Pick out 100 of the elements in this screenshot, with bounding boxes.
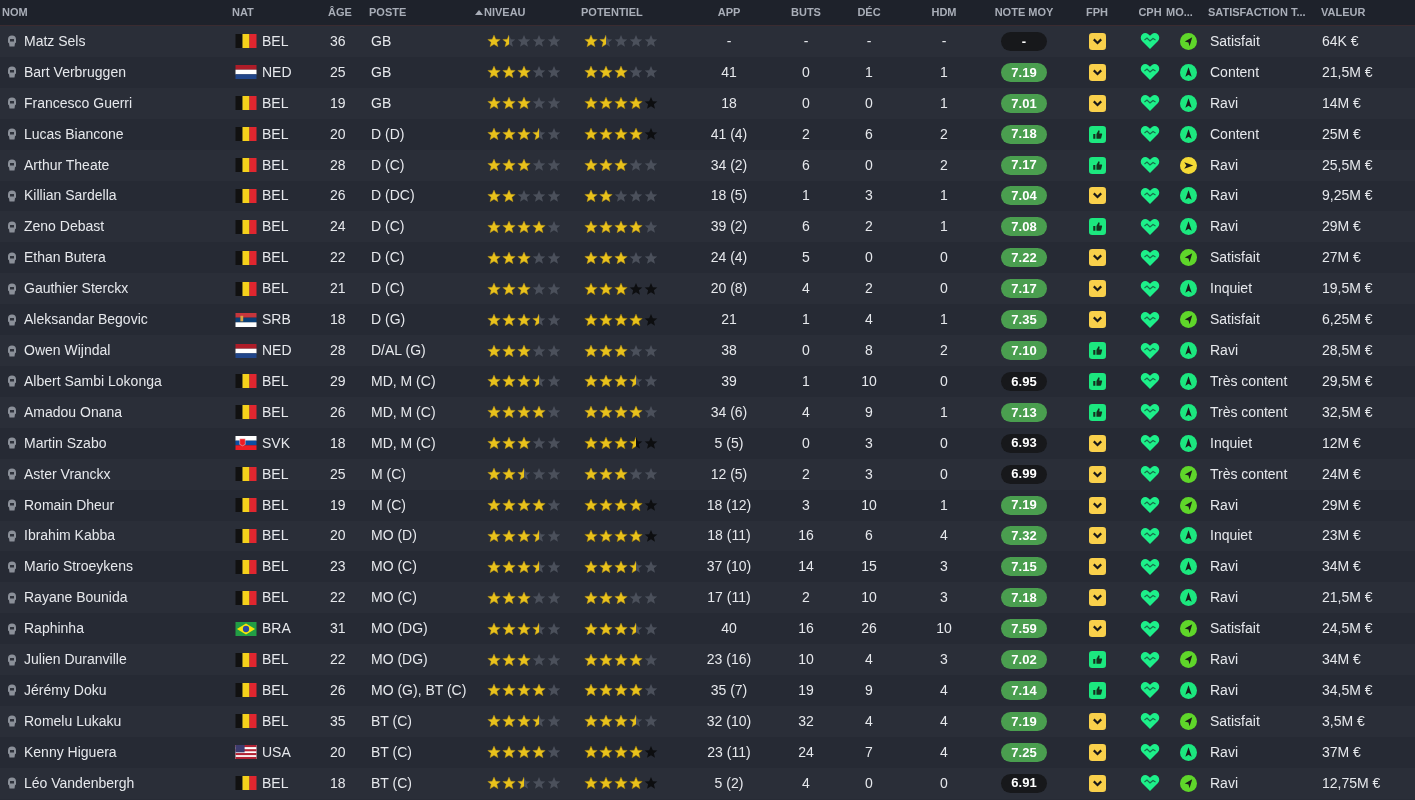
player-name[interactable]: Romelu Lukaku	[24, 710, 232, 732]
rating-badge: 6.95	[1001, 371, 1047, 391]
table-cell-text: Ravi	[1209, 773, 1239, 793]
star-icon	[614, 405, 628, 420]
table-cell-text: BEL	[262, 557, 290, 577]
player-name[interactable]: Raphinha	[24, 618, 232, 640]
table-cell-text: 29	[329, 371, 347, 391]
column-header[interactable]: BUTS	[778, 4, 834, 21]
table-cell-text: SVK	[262, 433, 291, 453]
rating-badge: 6.99	[1001, 464, 1047, 484]
person-icon	[6, 406, 18, 419]
table-cell-text: 2	[939, 155, 949, 175]
star-icon	[517, 776, 531, 791]
player-name[interactable]: Mario Stroeykens	[24, 556, 232, 578]
player-name[interactable]: Matz Sels	[24, 30, 232, 52]
star-icon	[614, 219, 628, 234]
player-name[interactable]: Ibrahim Kabba	[24, 525, 232, 547]
column-header[interactable]: APP	[680, 4, 778, 21]
star-icon	[517, 343, 531, 358]
star-icon	[487, 281, 501, 296]
player-name[interactable]: Kenny Higuera	[24, 741, 232, 763]
player-name[interactable]: Martin Szabo	[24, 432, 232, 454]
player-name[interactable]: Arthur Theate	[24, 154, 232, 176]
table-cell-text: 5	[801, 248, 811, 268]
player-name[interactable]: Ethan Butera	[24, 247, 232, 269]
player-name[interactable]: Rayane Bounida	[24, 587, 232, 609]
player-name[interactable]: Léo Vandenbergh	[24, 772, 232, 794]
player-name[interactable]: Owen Wijndal	[24, 340, 232, 361]
column-header[interactable]: NOTE MOY	[984, 4, 1064, 21]
table-cell-text: MO (G), BT (C)	[370, 681, 468, 700]
star-icon	[599, 65, 613, 80]
heart-icon	[1140, 32, 1160, 51]
star-icon	[599, 96, 613, 111]
star-icon	[532, 158, 546, 173]
column-header[interactable]: SATISFACTION T...	[1206, 4, 1318, 21]
star-icon	[629, 158, 643, 173]
player-name[interactable]: Albert Sambi Lokonga	[24, 370, 232, 392]
table-cell-text: -	[865, 31, 873, 51]
table-cell-text: 26	[329, 402, 347, 422]
player-name[interactable]: Romain Dheur	[24, 494, 232, 516]
table-cell-text: 41 (4)	[709, 124, 749, 144]
player-name[interactable]: Bart Verbruggen	[24, 61, 232, 83]
table-cell-text: MO (D)	[370, 526, 418, 546]
column-header[interactable]: POSTE	[369, 4, 475, 21]
player-name[interactable]: Zeno Debast	[24, 216, 232, 238]
player-name[interactable]: Aster Vranckx	[24, 463, 232, 485]
table-cell-text: 6	[864, 124, 874, 144]
star-icon	[599, 590, 613, 605]
table-cell-text: 31	[329, 619, 347, 639]
column-header[interactable]: POTENTIEL	[578, 4, 680, 21]
star-icon	[584, 745, 598, 760]
player-name[interactable]: Julien Duranville	[24, 649, 232, 671]
table-cell-text: D (DC)	[370, 186, 416, 206]
column-header[interactable]: NOM	[0, 4, 232, 21]
person-icon	[6, 622, 18, 635]
column-header[interactable]: DÉC	[834, 4, 904, 21]
table-cell-text: 3	[939, 650, 949, 670]
rating-badge: 7.04	[1001, 186, 1047, 206]
table-cell-text: 34 (2)	[709, 155, 749, 175]
player-name[interactable]: Francesco Guerri	[24, 92, 232, 114]
table-cell-text: BEL	[262, 371, 290, 391]
star-icon	[584, 498, 598, 513]
player-name[interactable]: Gauthier Sterckx	[24, 278, 232, 300]
column-header[interactable]: NAT	[232, 4, 328, 21]
column-header[interactable]: NIVEAU	[475, 4, 578, 21]
star-icon	[502, 189, 516, 203]
table-cell-text: 64K €	[1321, 31, 1360, 51]
player-name[interactable]: Lucas Biancone	[24, 123, 232, 145]
table-cell-text: 14M €	[1321, 93, 1362, 113]
table-cell-text: 1	[801, 310, 811, 330]
player-name[interactable]: Killian Sardella	[24, 185, 232, 207]
table-cell-text: 2	[801, 588, 811, 608]
column-header[interactable]: HDM	[904, 4, 984, 21]
star-icon	[644, 559, 658, 574]
star-icon	[547, 436, 561, 451]
player-name[interactable]: Amadou Onana	[24, 401, 232, 423]
table-cell-text: BT (C)	[370, 742, 413, 762]
table-cell-text: BEL	[262, 526, 290, 546]
table-cell-text: MO (C)	[370, 588, 418, 608]
column-header[interactable]: VALEUR	[1318, 4, 1415, 21]
player-name[interactable]: Jérémy Doku	[24, 680, 232, 701]
table-cell-text: Satisfait	[1209, 619, 1261, 639]
star-icon	[584, 590, 598, 605]
star-icon	[547, 559, 561, 574]
column-header[interactable]: FPH	[1064, 4, 1130, 21]
person-icon	[6, 777, 18, 790]
table-cell-text: 0	[864, 773, 874, 793]
table-cell-text: 24,5M €	[1321, 619, 1374, 639]
column-header[interactable]: MO...	[1166, 4, 1206, 21]
star-icon	[614, 621, 628, 636]
star-icon	[547, 281, 561, 296]
table-cell-text: D (C)	[370, 155, 406, 175]
star-icon	[629, 683, 643, 698]
table-cell-text: 35	[329, 711, 347, 731]
rating-badge: 7.32	[1001, 526, 1047, 546]
column-header[interactable]: ÂGE	[328, 4, 369, 21]
star-icon	[614, 65, 628, 80]
heart-icon	[1140, 156, 1160, 175]
star-icon	[532, 714, 546, 729]
player-name[interactable]: Aleksandar Begovic	[24, 309, 232, 331]
